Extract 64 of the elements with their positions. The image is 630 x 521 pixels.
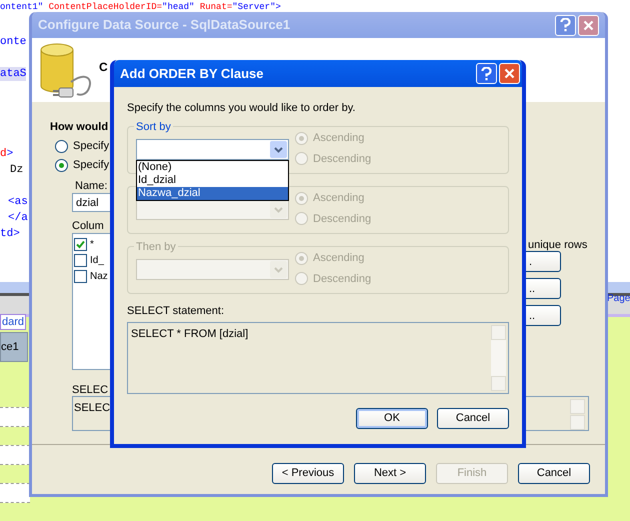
close-icon (583, 20, 594, 30)
question-label: How would (50, 120, 108, 135)
code-line: ontent1" ContentPlaceHolderID="head" Runat="Server"> (0, 1, 281, 14)
checkbox[interactable] (74, 270, 87, 283)
checkbox[interactable] (74, 254, 87, 267)
option-label: Specify (73, 158, 110, 173)
sort-direction-label: Ascending (313, 251, 364, 266)
select-label: SELEC (72, 383, 108, 398)
checkbox[interactable] (74, 238, 87, 251)
group-label: Then by (134, 239, 178, 256)
design-row (0, 445, 30, 465)
scroll-up-icon[interactable] (570, 399, 585, 414)
column-label: * (90, 238, 94, 252)
option-label: Specify (73, 139, 110, 154)
datasource-control: ce1 (0, 332, 28, 362)
sort-combo[interactable] (136, 139, 289, 160)
scroll-down-icon[interactable] (491, 376, 506, 390)
column-label: Naz (90, 270, 108, 284)
help-icon (560, 18, 571, 32)
dropdown-item[interactable]: Id_dzial (137, 174, 288, 187)
select-statement: SELECT * FROM [dzial] (131, 326, 248, 342)
close-button[interactable] (499, 63, 520, 84)
code-line: <as (8, 195, 28, 209)
wizard-button[interactable]: Cancel (518, 463, 590, 484)
dialog-button[interactable]: OK (356, 408, 428, 428)
code-line: td> (0, 227, 20, 241)
code-line: Dz (10, 163, 24, 177)
wizard-button[interactable]: Next > (354, 463, 426, 484)
design-row (0, 483, 30, 503)
select-label: SELECT statement: (127, 304, 226, 319)
radio-button[interactable] (55, 158, 68, 172)
close-button[interactable] (578, 14, 599, 36)
help-button[interactable] (555, 14, 576, 36)
dropdown-list[interactable]: (None) Id_dzial Nazwa_dzial (136, 160, 289, 201)
wizard-button[interactable]: < Previous (272, 463, 344, 484)
sort-direction-label: Ascending (313, 131, 364, 146)
code-line: onte (0, 35, 26, 49)
scroll-up-icon[interactable] (491, 324, 506, 340)
window-title: Configure Data Source - SqlDataSource1 (38, 16, 290, 34)
wizard-heading: C (99, 59, 108, 76)
instruction-text: Specify the columns you would like to order by. (127, 101, 356, 114)
dropdown-item[interactable]: (None) (137, 161, 288, 174)
sort-direction-label: Ascending (313, 191, 364, 206)
close-icon (504, 68, 515, 79)
help-icon (481, 66, 492, 80)
page-link[interactable]: Page (607, 291, 630, 306)
sort-direction-label: Descending (313, 212, 372, 226)
designer-link[interactable]: dard (0, 314, 26, 330)
radio-button[interactable] (55, 140, 68, 153)
sort-direction-label: Descending (313, 152, 372, 166)
unique-rows-label: unique rows (528, 238, 588, 253)
dropdown-item[interactable]: Nazwa_dzial (137, 187, 288, 200)
dialog-button[interactable]: Cancel (437, 408, 509, 428)
help-button[interactable] (476, 63, 497, 84)
columns-label: Colum (72, 219, 104, 234)
code-line: </a (8, 211, 28, 225)
group-label: Sort by (134, 119, 173, 136)
sort-direction-label: Descending (313, 272, 372, 286)
scroll-down-icon[interactable] (570, 415, 585, 430)
dialog-title: Add ORDER BY Clause (120, 64, 264, 83)
column-label: Id_ (90, 254, 104, 268)
code-line: d> (0, 147, 14, 161)
design-row (0, 407, 30, 427)
name-label: Name: (75, 179, 108, 194)
